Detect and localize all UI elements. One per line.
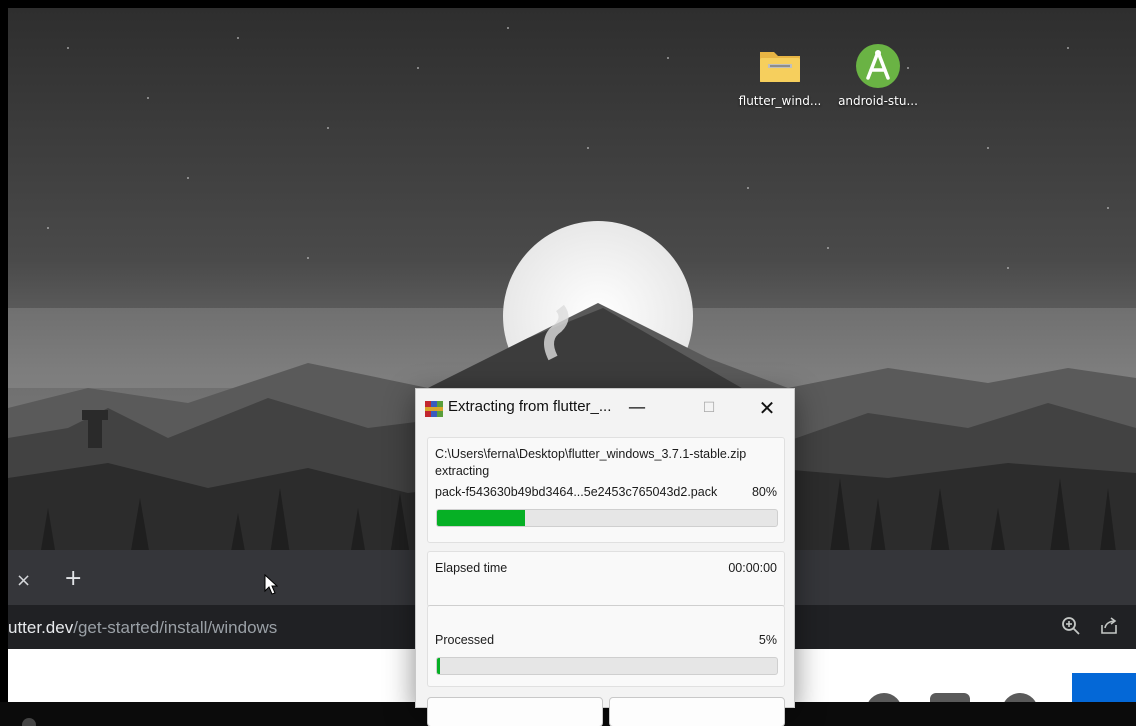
zip-folder-icon — [760, 52, 800, 82]
extraction-dialog: Extracting from flutter_... — ☐ ✕ C:\Use… — [415, 388, 795, 726]
processed-percent: 5% — [758, 633, 777, 647]
close-tab-icon[interactable]: × — [16, 570, 31, 591]
get-started-button[interactable] — [1072, 673, 1136, 702]
winrar-icon — [425, 401, 443, 417]
desktop-icon-label: android-stu... — [838, 94, 918, 108]
twitter-icon[interactable] — [866, 693, 902, 702]
android-studio-icon — [856, 44, 900, 88]
processed-progress-bar — [436, 657, 778, 675]
archive-path: C:\Users\ferna\Desktop\flutter_windows_3… — [435, 447, 747, 461]
desktop-icon-android-studio[interactable]: android-stu... — [830, 42, 926, 108]
dialog-titlebar[interactable]: Extracting from flutter_... — ☐ ✕ — [416, 389, 794, 427]
share-icon[interactable] — [1098, 615, 1120, 637]
status-dot-icon — [22, 718, 36, 726]
new-tab-button[interactable]: + — [64, 566, 82, 591]
elapsed-panel: Elapsed time 00:00:00 — [427, 551, 785, 607]
background-button[interactable] — [427, 697, 603, 726]
file-progress-bar — [436, 509, 778, 527]
screen: flutter_wind... android-stu... × + utter… — [0, 0, 1136, 726]
url-path: /get-started/install/windows — [73, 618, 278, 637]
github-icon[interactable] — [1002, 693, 1038, 702]
close-button[interactable]: ✕ — [752, 393, 782, 423]
url-host: utter.dev — [8, 618, 74, 637]
minimize-button[interactable]: — — [622, 393, 652, 423]
mouse-pointer-icon — [264, 574, 278, 595]
processed-panel: Processed 5% — [427, 605, 785, 687]
file-percent: 80% — [751, 485, 777, 499]
processed-progress-fill — [437, 658, 441, 674]
url-text[interactable]: utter.dev/get-started/install/windows — [8, 618, 277, 638]
maximize-button[interactable]: ☐ — [694, 393, 724, 423]
elapsed-value: 00:00:00 — [728, 561, 777, 575]
desktop-icon-label: flutter_wind... — [738, 94, 822, 108]
file-progress-panel: C:\Users\ferna\Desktop\flutter_windows_3… — [427, 437, 785, 543]
processed-label: Processed — [435, 633, 495, 647]
youtube-icon[interactable] — [930, 693, 970, 702]
action-text: extracting — [435, 464, 490, 478]
zoom-in-icon[interactable] — [1060, 615, 1082, 637]
desktop-icon-flutter-zip[interactable]: flutter_wind... — [732, 42, 828, 108]
file-progress-fill — [437, 510, 526, 526]
dialog-title: Extracting from flutter_... — [448, 398, 612, 415]
current-file: pack-f543630b49bd3464...5e2453c765043d2.… — [435, 485, 718, 499]
elapsed-label: Elapsed time — [435, 561, 508, 575]
pause-button[interactable] — [609, 697, 785, 726]
